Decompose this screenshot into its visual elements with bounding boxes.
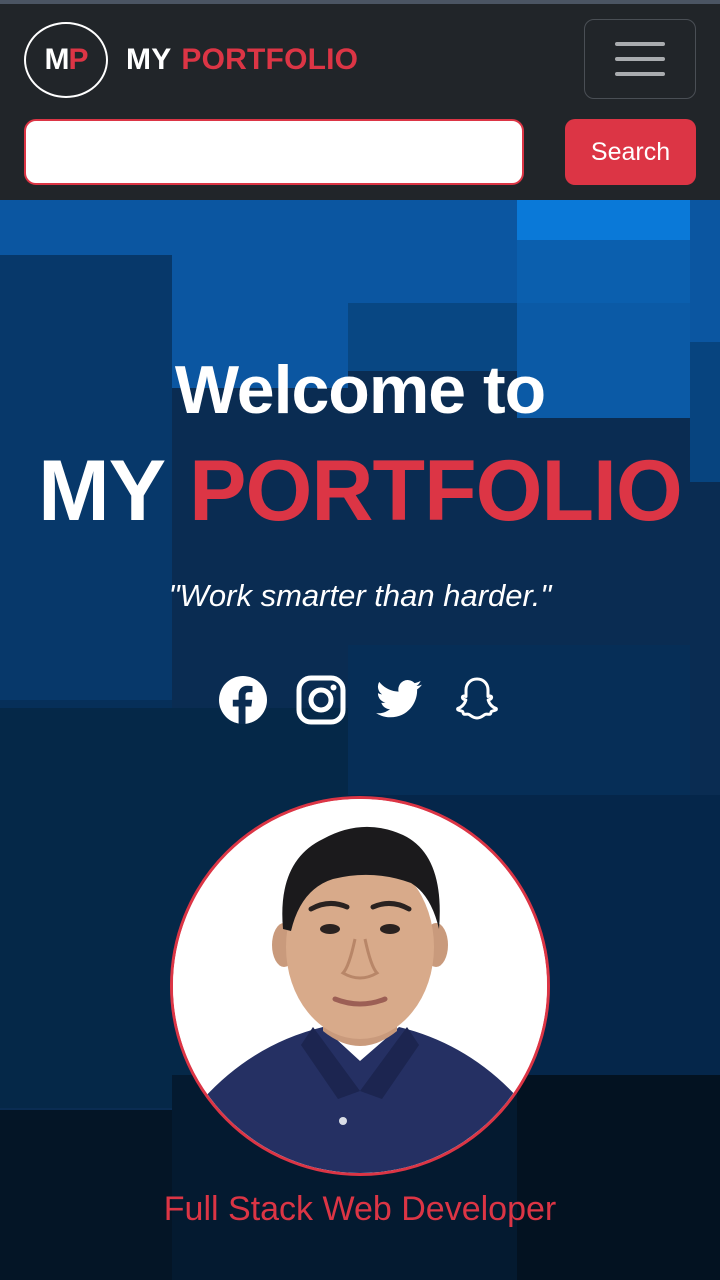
title-my: MY [38, 443, 166, 539]
hero-content: Welcome to MY PORTFOLIO "Work smarter tha… [0, 200, 720, 1280]
portfolio-title: MY PORTFOLIO [0, 448, 720, 534]
hamburger-menu-icon-bar-middle [615, 57, 665, 61]
snapchat-icon[interactable] [452, 674, 502, 726]
title-portfolio: PORTFOLIO [189, 443, 683, 539]
hamburger-menu-icon-bar-bottom [615, 72, 665, 76]
hamburger-menu-icon [615, 42, 665, 46]
logo-letter-m: M [44, 43, 69, 76]
navbar: MP MY PORTFOLIO Search [0, 4, 720, 200]
search-input[interactable] [24, 119, 524, 185]
person-illustration [173, 799, 547, 1173]
logo-letter-p: P [68, 43, 88, 76]
quote-text: "Work smarter than harder." [168, 578, 552, 613]
facebook-icon[interactable] [218, 674, 268, 726]
instagram-icon[interactable] [296, 674, 346, 726]
brand-name: MY PORTFOLIO [126, 45, 358, 75]
search-button[interactable]: Search [565, 119, 696, 185]
profile-photo [170, 796, 550, 1176]
hamburger-menu-button[interactable] [584, 19, 696, 99]
hero-section: Welcome to MY PORTFOLIO "Work smarter tha… [0, 200, 720, 1280]
role-title: Full Stack Web Developer [163, 1190, 557, 1228]
brand-logo: MP [24, 22, 108, 98]
twitter-icon[interactable] [374, 674, 424, 726]
social-links [0, 674, 720, 726]
brand-name-my: MY [126, 43, 172, 76]
brand-link[interactable]: MP MY PORTFOLIO [24, 22, 358, 98]
brand-name-portfolio: PORTFOLIO [181, 43, 359, 76]
welcome-heading: Welcome to [174, 352, 546, 428]
